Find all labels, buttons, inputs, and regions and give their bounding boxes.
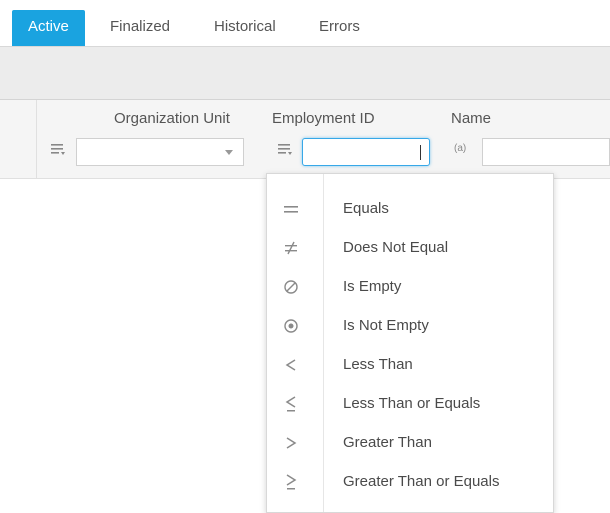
equals-icon <box>279 198 303 220</box>
tab-errors[interactable]: Errors <box>319 10 360 46</box>
menu-item-label: Is Empty <box>343 278 402 295</box>
tab-finalized[interactable]: Finalized <box>110 10 170 46</box>
text-filter-icon[interactable]: (a) <box>454 143 476 159</box>
filter-operator-icon[interactable] <box>277 141 293 157</box>
less-than-icon <box>279 354 303 376</box>
menu-item-less-than[interactable]: Less Than <box>267 346 553 385</box>
column-header-organization-unit[interactable]: Organization Unit <box>114 110 230 127</box>
menu-item-does-not-equal[interactable]: Does Not Equal <box>267 229 553 268</box>
text-cursor <box>420 145 421 160</box>
menu-item-greater-than[interactable]: Greater Than <box>267 424 553 463</box>
tab-active[interactable]: Active <box>12 10 85 46</box>
grid-toolbar <box>0 47 610 100</box>
greater-than-equal-icon <box>279 471 303 493</box>
menu-item-label: Is Not Empty <box>343 317 429 334</box>
menu-item-label: Greater Than or Equals <box>343 473 500 490</box>
menu-item-greater-than-or-equals[interactable]: Greater Than or Equals <box>267 463 553 502</box>
menu-item-equals[interactable]: Equals <box>267 190 553 229</box>
name-filter-input[interactable] <box>482 138 610 166</box>
organization-unit-filter-dropdown[interactable] <box>76 138 244 166</box>
filter-operator-icon[interactable] <box>50 141 66 157</box>
menu-item-label: Less Than or Equals <box>343 395 481 412</box>
tab-historical[interactable]: Historical <box>214 10 276 46</box>
menu-item-label: Does Not Equal <box>343 239 449 256</box>
filter-operator-menu: Equals Does Not Equal Is Empty Is Not Em… <box>266 173 554 513</box>
menu-item-is-not-empty[interactable]: Is Not Empty <box>267 307 553 346</box>
menu-item-label: Less Than <box>343 356 413 373</box>
not-equal-icon <box>279 237 303 259</box>
less-than-equal-icon <box>279 393 303 415</box>
filter-lines-icon <box>51 144 65 155</box>
menu-item-label: Equals <box>343 200 389 217</box>
row-selector-column <box>0 100 37 178</box>
employment-id-filter-input[interactable] <box>302 138 430 166</box>
column-header-name[interactable]: Name <box>451 110 491 127</box>
chevron-down-icon <box>225 150 233 155</box>
not-empty-icon <box>279 315 303 337</box>
column-header-employment-id[interactable]: Employment ID <box>272 110 375 127</box>
greater-than-icon <box>279 432 303 454</box>
tab-bar: Active Finalized Historical Errors <box>0 0 610 47</box>
menu-item-label: Greater Than <box>343 434 432 451</box>
filter-lines-icon <box>278 144 292 155</box>
menu-item-is-empty[interactable]: Is Empty <box>267 268 553 307</box>
menu-item-less-than-or-equals[interactable]: Less Than or Equals <box>267 385 553 424</box>
empty-set-icon <box>279 276 303 298</box>
